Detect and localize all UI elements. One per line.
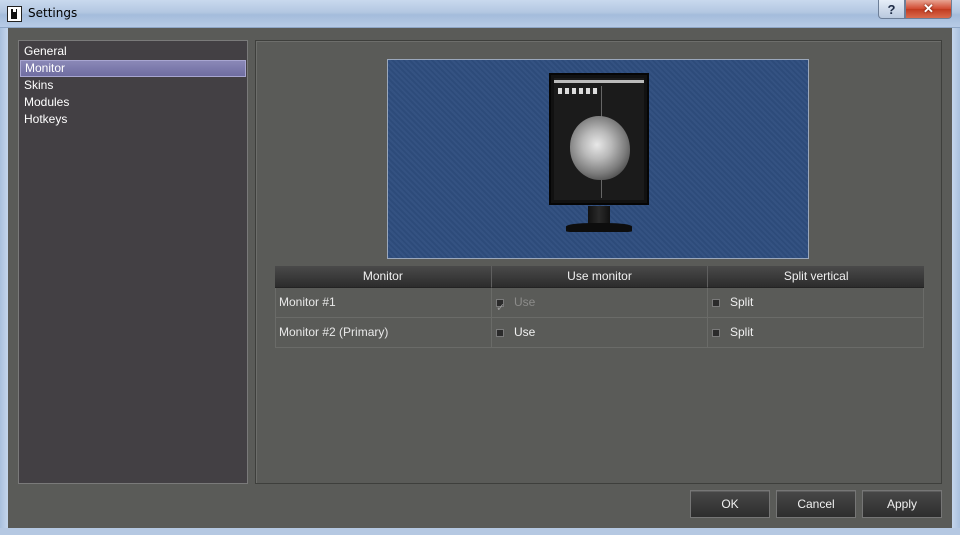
- sidebar-item-modules[interactable]: Modules: [20, 94, 246, 111]
- use-monitor-cell: Use: [492, 288, 708, 323]
- monitor-name: Monitor #2 (Primary): [279, 325, 389, 339]
- monitor-screen-image: [549, 73, 649, 205]
- window-title: Settings: [28, 6, 78, 20]
- screen-tool-icons: [558, 88, 598, 94]
- monitor-stand-base: [566, 223, 632, 232]
- split-label: Split: [730, 295, 754, 309]
- split-monitor-1-checkbox[interactable]: [712, 298, 720, 307]
- split-vertical-cell: Split: [708, 318, 924, 347]
- use-monitor-cell: Use: [492, 318, 708, 347]
- monitor-settings-panel: Monitor Use monitor Split vertical Monit…: [255, 40, 942, 484]
- window-frame-left: [0, 28, 8, 535]
- title-bar[interactable]: Settings ? ✕: [0, 0, 960, 28]
- window-frame-bottom: [0, 528, 960, 535]
- column-header-split-vertical[interactable]: Split vertical: [708, 266, 925, 288]
- ok-button[interactable]: OK: [690, 490, 770, 518]
- table-header: Monitor Use monitor Split vertical: [275, 266, 925, 288]
- use-label: Use: [514, 295, 536, 309]
- split-label: Split: [730, 325, 754, 339]
- monitor-preview: [387, 59, 809, 259]
- cancel-button[interactable]: Cancel: [776, 490, 856, 518]
- monitor-name-cell: Monitor #2 (Primary): [275, 318, 492, 347]
- help-button[interactable]: ?: [878, 0, 905, 19]
- monitor-name-cell: Monitor #1: [275, 288, 492, 317]
- sidebar-item-skins[interactable]: Skins: [20, 77, 246, 94]
- monitor-name: Monitor #1: [279, 295, 336, 309]
- dialog-body: General Monitor Skins Modules Hotkeys Mo…: [8, 28, 952, 528]
- close-button[interactable]: ✕: [905, 0, 952, 19]
- split-monitor-2-checkbox[interactable]: [712, 328, 720, 337]
- table-row: Monitor #1 Use Split: [275, 288, 924, 323]
- sidebar-item-hotkeys[interactable]: Hotkeys: [20, 111, 246, 128]
- screen-content: [554, 78, 644, 200]
- column-header-monitor[interactable]: Monitor: [275, 266, 492, 288]
- sidebar-item-general[interactable]: General: [20, 43, 246, 60]
- apply-button[interactable]: Apply: [862, 490, 942, 518]
- use-monitor-1-checkbox[interactable]: [496, 294, 505, 323]
- settings-category-list: General Monitor Skins Modules Hotkeys: [18, 40, 248, 484]
- table-row: Monitor #2 (Primary) Use Split: [275, 318, 924, 348]
- mammogram-image: [570, 116, 630, 180]
- screen-toolbar: [554, 80, 644, 83]
- monitor-table: Monitor Use monitor Split vertical Monit…: [275, 266, 925, 348]
- window-frame-right: [952, 28, 960, 535]
- monitor-stand-neck: [588, 206, 610, 224]
- column-header-use-monitor[interactable]: Use monitor: [491, 266, 709, 288]
- sidebar-item-monitor[interactable]: Monitor: [20, 60, 246, 77]
- use-monitor-2-checkbox[interactable]: [496, 328, 504, 337]
- app-icon: [7, 6, 22, 22]
- split-vertical-cell: Split: [708, 288, 924, 317]
- use-label: Use: [514, 325, 536, 339]
